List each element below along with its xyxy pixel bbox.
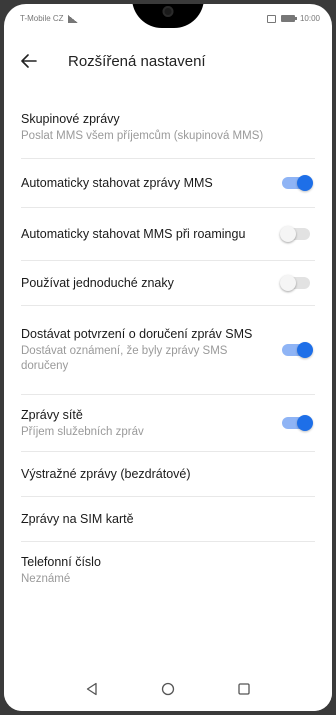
signal-icon [67,14,78,23]
system-nav-bar [4,667,332,711]
setting-sim-messages[interactable]: Zprávy na SIM kartě [4,497,332,541]
settings-list: Skupinové zprávy Poslat MMS všem příjemc… [4,96,332,598]
status-left: T-Mobile CZ [20,14,78,23]
carrier-label: T-Mobile CZ [20,14,64,23]
back-triangle-icon[interactable] [82,679,102,699]
toggle-thumb [297,175,313,191]
auto-download-roaming-toggle[interactable] [280,226,310,242]
phone-screen: T-Mobile CZ 10:00 Rozšířená nastavení Sk… [4,4,332,711]
back-arrow-icon[interactable] [18,50,40,72]
setting-group-messages[interactable]: Skupinové zprávy Poslat MMS všem příjemc… [4,96,332,158]
nfc-icon [266,14,276,23]
clock: 10:00 [299,14,320,23]
setting-subtitle: Neznámé [21,572,71,585]
setting-title: Používat jednoduché znaky [21,275,174,290]
toggle-thumb [297,415,313,431]
setting-title: Skupinové zprávy [21,111,120,126]
setting-title: Dostávat potvrzení o doručení zpráv SMS [21,327,253,341]
camera-notch [132,4,204,28]
setting-cell-broadcast[interactable]: Zprávy sítě Příjem služebních zpráv [4,395,332,451]
toggle-thumb [280,275,296,291]
page-title: Rozšířená nastavení [68,52,206,70]
setting-title: Automaticky stahovat MMS při roamingu [21,226,246,241]
setting-subtitle: Dostávat oznámení, že byly zprávy SMS do… [21,345,228,372]
app-bar: Rozšířená nastavení [4,36,332,86]
setting-auto-download-roaming[interactable]: Automaticky stahovat MMS při roamingu [4,208,332,260]
setting-title: Telefonní číslo [21,554,101,569]
setting-sms-delivery-reports[interactable]: Dostávat potvrzení o doručení zpráv SMS … [4,306,332,394]
setting-subtitle: Poslat MMS všem příjemcům (skupinová MMS… [21,129,264,142]
auto-download-mms-toggle[interactable] [282,175,313,191]
toggle-thumb [280,226,296,242]
cell-broadcast-toggle[interactable] [282,415,313,431]
setting-title: Zprávy sítě [21,407,83,422]
setting-phone-number[interactable]: Telefonní číslo Neznámé [4,542,332,598]
setting-subtitle: Příjem služebních zpráv [21,425,144,438]
sms-delivery-reports-toggle[interactable] [282,342,313,358]
setting-emergency-alerts[interactable]: Výstražné zprávy (bezdrátové) [4,452,332,496]
status-bar: T-Mobile CZ 10:00 [4,4,332,36]
toggle-thumb [297,342,313,358]
setting-title: Automaticky stahovat zprávy MMS [21,175,213,190]
home-circle-icon[interactable] [158,679,178,699]
status-right: 10:00 [266,14,320,23]
setting-title: Výstražné zprávy (bezdrátové) [21,466,191,481]
simple-characters-toggle[interactable] [280,275,310,291]
front-camera-icon [162,6,174,17]
battery-icon [280,15,297,22]
setting-title: Zprávy na SIM kartě [21,511,134,526]
setting-auto-download-mms[interactable]: Automaticky stahovat zprávy MMS [4,159,332,207]
recents-square-icon[interactable] [234,679,254,699]
setting-simple-characters[interactable]: Používat jednoduché znaky [4,261,332,305]
